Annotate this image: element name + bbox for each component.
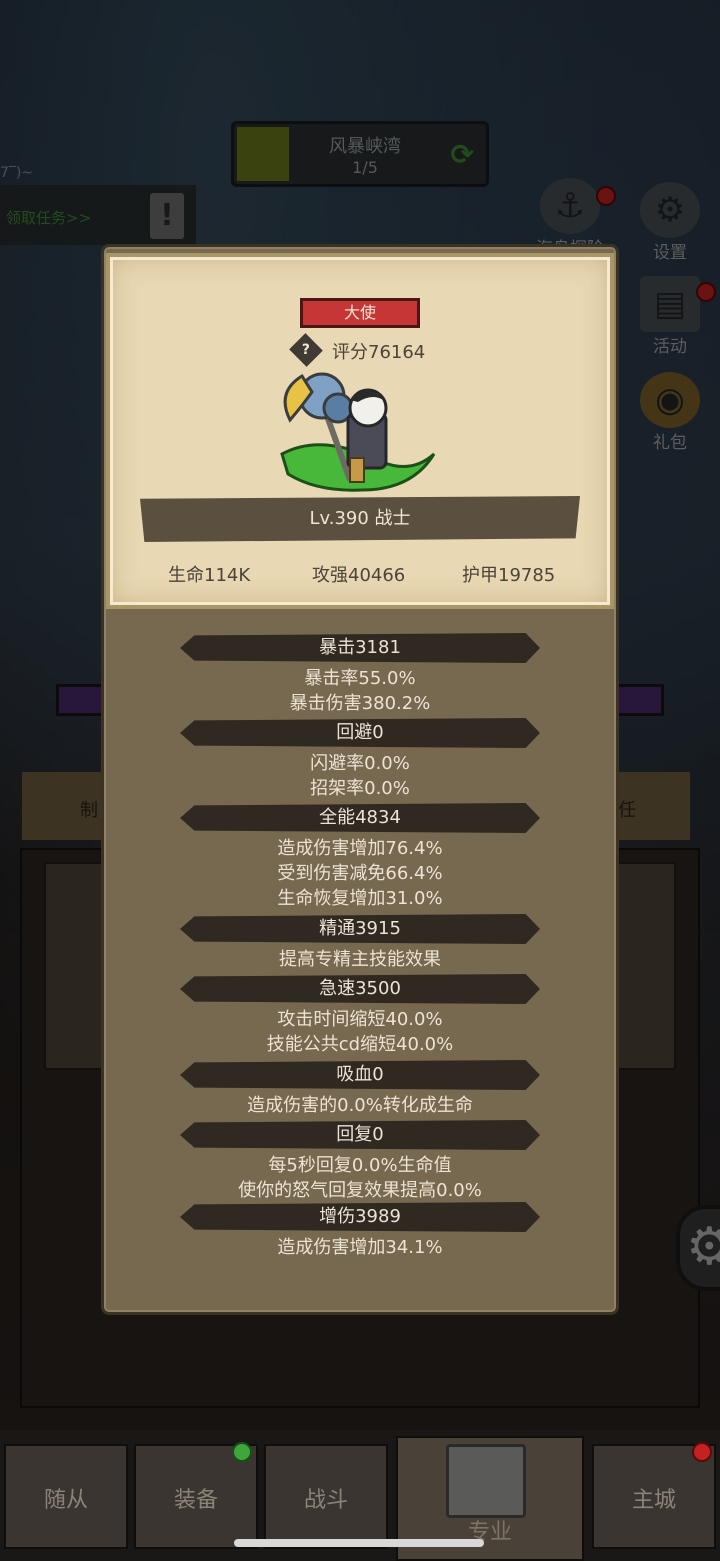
nav-followers-label: 随从 xyxy=(43,1488,88,1513)
attack-stat: 攻强40466 xyxy=(312,565,406,586)
title-badge: 大使 xyxy=(300,298,420,328)
stat-line: 造成伤害增加76.4% xyxy=(277,838,443,859)
stat-line: 生命恢复增加31.0% xyxy=(277,888,443,909)
stat-header-avoidance: 回避0 xyxy=(180,718,540,748)
nav-followers[interactable]: 随从 xyxy=(4,1444,128,1549)
stat-header-versatility: 全能4834 xyxy=(180,803,540,833)
stat-line: 造成伤害增加34.1% xyxy=(277,1237,443,1258)
stat-header-mastery: 精通3915 xyxy=(180,914,540,944)
stat-line: 攻击时间缩短40.0% xyxy=(277,1009,443,1030)
stat-header-regen: 回复0 xyxy=(180,1120,540,1150)
stat-line: 招架率0.0% xyxy=(310,778,410,799)
level-class-banner: Lv.390 战士 xyxy=(140,496,580,542)
nav-battle[interactable]: 战斗 xyxy=(264,1444,388,1549)
notification-badge xyxy=(232,1442,252,1462)
hp-stat: 生命114K xyxy=(168,565,251,586)
stat-line: 造成伤害的0.0%转化成生命 xyxy=(247,1095,473,1116)
notification-badge xyxy=(692,1442,712,1462)
stat-line: 技能公共cd缩短40.0% xyxy=(266,1034,454,1055)
stat-line: 暴击伤害380.2% xyxy=(289,693,431,714)
nav-battle-label: 战斗 xyxy=(303,1488,348,1513)
stat-line: 受到伤害减免66.4% xyxy=(277,863,443,884)
stat-line: 暴击率55.0% xyxy=(304,668,416,689)
nav-main-city-label: 主城 xyxy=(631,1488,676,1513)
stat-line: 每5秒回复0.0%生命值 xyxy=(268,1155,452,1176)
home-indicator[interactable] xyxy=(234,1539,484,1547)
nav-equipment-label: 装备 xyxy=(173,1488,218,1513)
stat-header-damage-increase: 增伤3989 xyxy=(180,1202,540,1232)
score-text: 评分76164 xyxy=(332,342,426,363)
stat-header-crit: 暴击3181 xyxy=(180,633,540,663)
stat-header-haste: 急速3500 xyxy=(180,974,540,1004)
stat-line: 提高专精主技能效果 xyxy=(279,949,441,970)
warrior-character-sprite xyxy=(280,372,436,492)
stat-line: 闪避率0.0% xyxy=(310,753,410,774)
stat-header-lifesteal: 吸血0 xyxy=(180,1060,540,1090)
stat-line: 使你的怒气回复效果提高0.0% xyxy=(238,1180,482,1201)
armor-stat: 护甲19785 xyxy=(462,565,556,586)
book-icon xyxy=(446,1444,526,1518)
